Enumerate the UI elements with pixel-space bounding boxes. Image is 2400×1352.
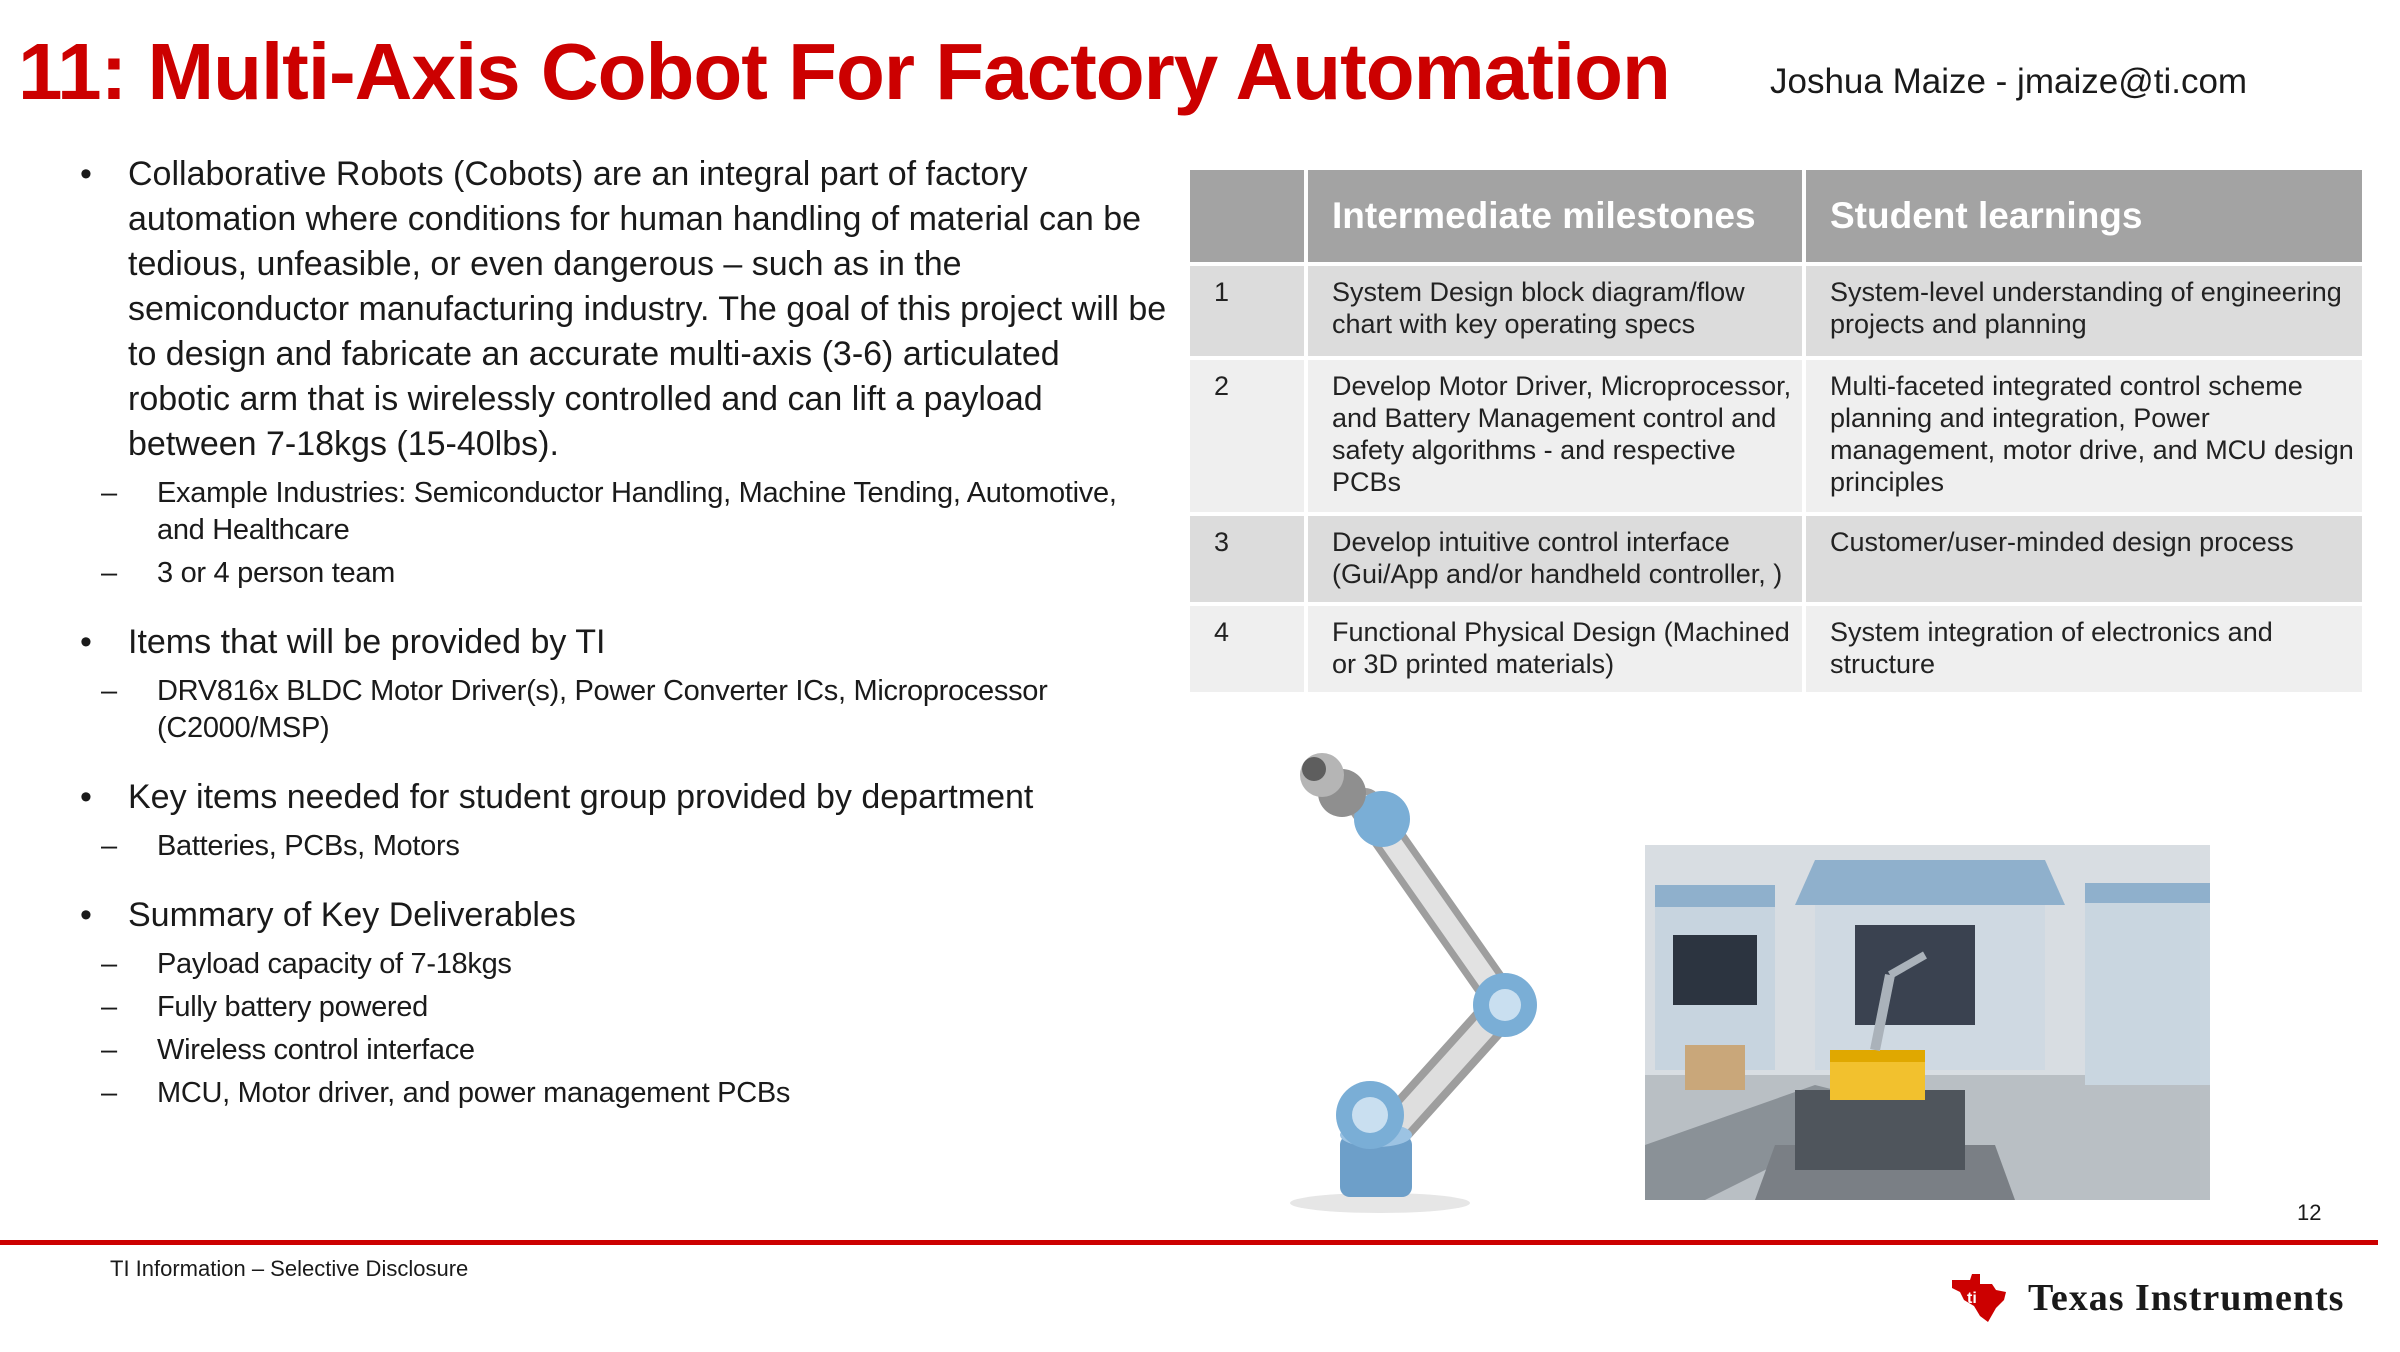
sub-bullet-item: –3 or 4 person team bbox=[101, 557, 396, 589]
milestones-table: Intermediate milestones Student learning… bbox=[1186, 166, 2366, 696]
bullet-item: • Key items needed for student group prov… bbox=[80, 778, 1034, 816]
sub-bullet-text: 3 or 4 person team bbox=[157, 557, 396, 589]
milestone-cell: Develop intuitive control interface (Gui… bbox=[1304, 512, 1806, 606]
row-number: 1 bbox=[1186, 262, 1308, 360]
bullet-item: • Summary of Key Deliverables bbox=[80, 896, 576, 934]
sub-bullet-text: Payload capacity of 7-18kgs bbox=[157, 948, 512, 980]
ti-wordmark: Texas Instruments bbox=[2028, 1277, 2345, 1319]
table-row: 1 System Design block diagram/flow chart… bbox=[1186, 262, 2366, 360]
sub-bullet-item: – Fully battery powered bbox=[101, 991, 428, 1023]
header-cell-index bbox=[1186, 166, 1308, 266]
bullet-item: • Items that will be provided by TI bbox=[80, 623, 606, 661]
page-number: 12 bbox=[2297, 1200, 2322, 1225]
bullet-list: • Collaborative Robots (Cobots) are an in… bbox=[80, 152, 1170, 1118]
header-cell-milestones: Intermediate milestones bbox=[1304, 166, 1806, 266]
sub-bullet-item: – Batteries, PCBs, Motors bbox=[101, 830, 460, 862]
milestone-cell: System Design block diagram/flow chart w… bbox=[1304, 262, 1806, 360]
sub-bullet-text: Fully battery powered bbox=[157, 991, 428, 1023]
learning-cell: Multi-faceted integrated control scheme … bbox=[1802, 356, 2366, 516]
sub-bullet-text: Batteries, PCBs, Motors bbox=[157, 830, 460, 862]
sub-bullet-item: – Wireless control interface bbox=[101, 1034, 475, 1066]
learning-cell: System integration of electronics and st… bbox=[1802, 602, 2366, 696]
table-row: 2 Develop Motor Driver, Microprocessor, … bbox=[1186, 356, 2366, 516]
sub-bullet-text: MCU, Motor driver, and power management … bbox=[157, 1077, 791, 1109]
factory-scene-image bbox=[1645, 845, 2210, 1200]
bullet-item: • Collaborative Robots (Cobots) are an in… bbox=[80, 155, 1167, 463]
learning-cell: Customer/user-minded design process bbox=[1802, 512, 2366, 606]
ti-logo: ti Texas Instruments bbox=[1948, 1270, 2368, 1326]
bullet-text: Key items needed for student group provi… bbox=[128, 778, 1034, 816]
sub-bullet-text: Wireless control interface bbox=[157, 1034, 475, 1066]
disclosure-note: TI Information – Selective Disclosure bbox=[110, 1256, 469, 1281]
bullet-text: Summary of Key Deliverables bbox=[128, 896, 576, 934]
ti-state-icon: ti bbox=[1952, 1274, 2006, 1322]
sub-bullet-text: Example Industries: Semiconductor Handli… bbox=[157, 477, 1117, 546]
author-contact: Joshua Maize - jmaize@ti.com bbox=[1770, 62, 2248, 101]
row-number: 3 bbox=[1186, 512, 1308, 606]
sub-bullet-item: – Payload capacity of 7-18kgs bbox=[101, 948, 512, 980]
row-number: 4 bbox=[1186, 602, 1308, 696]
row-number: 2 bbox=[1186, 356, 1308, 516]
milestone-cell: Functional Physical Design (Machined or … bbox=[1304, 602, 1806, 696]
footer-rule bbox=[0, 1240, 2378, 1245]
svg-text:ti: ti bbox=[1967, 1290, 1977, 1307]
sub-bullet-item: – Example Industries: Semiconductor Handl… bbox=[101, 477, 1117, 546]
robot-arm-image bbox=[1290, 753, 1537, 1213]
table-row: 4 Functional Physical Design (Machined o… bbox=[1186, 602, 2366, 696]
milestone-cell: Develop Motor Driver, Microprocessor, an… bbox=[1304, 356, 1806, 516]
table-header-row: Intermediate milestones Student learning… bbox=[1186, 166, 2366, 266]
learning-cell: System-level understanding of engineerin… bbox=[1802, 262, 2366, 360]
sub-bullet-item: – DRV816x BLDC Motor Driver(s), Power Con… bbox=[101, 675, 1048, 744]
bullet-text: Items that will be provided by TI bbox=[128, 623, 606, 661]
slide-title: 11: Multi-Axis Cobot For Factory Automat… bbox=[18, 27, 1671, 116]
sub-bullet-text: DRV816x BLDC Motor Driver(s), Power Conv… bbox=[157, 675, 1048, 744]
sub-bullet-item: – MCU, Motor driver, and power management… bbox=[101, 1077, 791, 1109]
table-row: 3 Develop intuitive control interface (G… bbox=[1186, 512, 2366, 606]
bullet-text: Collaborative Robots (Cobots) are an int… bbox=[128, 155, 1167, 463]
header-cell-learnings: Student learnings bbox=[1802, 166, 2366, 266]
